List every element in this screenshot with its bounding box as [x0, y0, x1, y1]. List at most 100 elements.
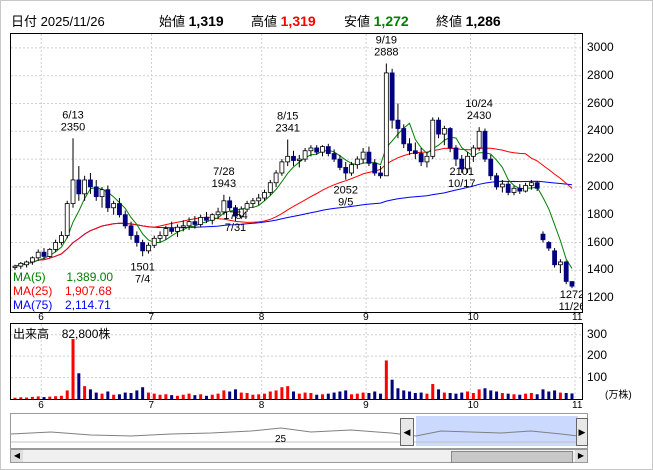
header-date: 日付 2025/11/26: [11, 11, 105, 30]
candle-body: [291, 155, 296, 161]
volume-bar: [535, 394, 539, 399]
volume-bar: [30, 396, 34, 399]
candle-body: [401, 128, 407, 145]
candle-body: [488, 158, 494, 177]
volume-bar: [408, 391, 412, 399]
navigator-label: 25: [275, 434, 287, 445]
candle-body: [482, 130, 488, 160]
volume-bar: [59, 395, 63, 399]
candle-body: [447, 128, 453, 149]
month-tick-label: 8: [258, 312, 265, 323]
volume-bar: [512, 394, 516, 399]
volume-bar: [355, 393, 359, 399]
candle-body: [523, 185, 528, 192]
navigator-left-handle[interactable]: ◀: [400, 418, 414, 446]
candle-body: [279, 161, 285, 174]
volume-bar: [65, 390, 69, 399]
volume-value: 82,800株: [61, 327, 111, 341]
volume-bar: [524, 393, 528, 399]
high-value: 1,319: [280, 13, 316, 29]
header-low: 安値 1,272: [344, 11, 409, 30]
volume-bar: [100, 393, 104, 399]
candle-body: [424, 155, 430, 163]
volume-unit: (万株): [605, 390, 632, 401]
chart-window: 日付 2025/11/26 始値 1,319 高値 1,319 安値 1,272…: [0, 0, 653, 470]
annotation-label: 8/15: [277, 111, 298, 123]
candle-body: [285, 155, 291, 163]
candle-body: [540, 233, 546, 241]
candle-body: [296, 158, 302, 161]
volume-bar: [13, 397, 17, 399]
annotation-label: 10/24: [465, 98, 493, 110]
candle-body: [244, 203, 250, 210]
candle-body: [175, 226, 180, 232]
volume-bar: [164, 394, 168, 399]
month-tick-label: 9: [363, 400, 369, 411]
volume-tick-label: 100: [587, 369, 608, 384]
header-close: 終値 1,286: [436, 11, 501, 30]
candle-body: [505, 183, 511, 193]
price-tick-label: 1800: [587, 206, 614, 221]
volume-bar: [170, 395, 174, 399]
annotation-label: 2052: [333, 185, 357, 197]
candle-body: [262, 192, 267, 199]
candle-body: [227, 200, 233, 209]
volume-bar: [448, 393, 452, 399]
volume-bar: [257, 394, 261, 399]
candle-body: [546, 242, 552, 249]
candle-body: [157, 235, 163, 239]
volume-bar: [54, 396, 58, 399]
volume-bar: [547, 391, 551, 399]
annotation-label: 2430: [467, 110, 491, 122]
price-panel: 6/13 2350 1501 7/4 7/28 1943 1754 7/31 8/15 2341 2…: [10, 33, 585, 313]
candle-body: [534, 182, 540, 189]
volume-bar: [19, 397, 23, 399]
candle-body: [256, 197, 262, 202]
volume-bar: [268, 391, 272, 399]
candle-body: [24, 261, 30, 266]
candle-body: [453, 147, 459, 160]
scroll-left-arrow[interactable]: ◀: [11, 450, 23, 462]
month-tick-label: 11: [572, 312, 583, 323]
candle-body: [366, 151, 372, 164]
candle-body: [331, 153, 337, 160]
candle-body: [99, 189, 105, 198]
candle-body: [528, 182, 534, 186]
volume-bar: [274, 390, 278, 399]
candle-body: [82, 179, 88, 195]
volume-panel: 出来高 82,800株: [10, 323, 583, 400]
navigator-right-handle[interactable]: ▶: [576, 418, 588, 446]
price-tick-label: 1200: [587, 290, 614, 305]
candle-body: [30, 257, 35, 263]
candle-body: [372, 162, 378, 174]
month-tick-label: 9: [363, 312, 369, 323]
annotation-label: 1943: [212, 178, 236, 190]
candle-body: [93, 186, 99, 198]
candle-body: [320, 146, 325, 153]
price-tick-label: 2200: [587, 151, 614, 166]
volume-bar: [233, 389, 237, 399]
candle-body: [18, 262, 24, 267]
scroll-thumb[interactable]: [451, 451, 573, 463]
price-tick-label: 2000: [587, 178, 614, 193]
annotation-label: 2101: [450, 166, 474, 178]
candle-body: [35, 251, 41, 259]
volume-bar: [419, 392, 423, 399]
scrollbar[interactable]: ◀ ▶: [10, 449, 588, 463]
volume-bar: [216, 393, 220, 399]
candle-body: [64, 203, 70, 236]
close-value: 1,286: [465, 13, 501, 29]
volume-bar: [77, 373, 81, 399]
price-tick-label: 3000: [587, 39, 614, 54]
candle-body: [569, 281, 575, 287]
candle-body: [407, 143, 412, 152]
volume-bar: [402, 390, 406, 399]
navigator[interactable]: 25 ◀ ▶: [10, 413, 588, 449]
candle-body: [53, 242, 59, 250]
volume-bar: [477, 389, 481, 399]
month-tick-label: 10: [467, 312, 479, 323]
open-label: 始値: [159, 14, 186, 29]
candle-body: [349, 164, 354, 174]
volume-bar: [361, 392, 365, 399]
scroll-right-arrow[interactable]: ▶: [575, 450, 587, 462]
